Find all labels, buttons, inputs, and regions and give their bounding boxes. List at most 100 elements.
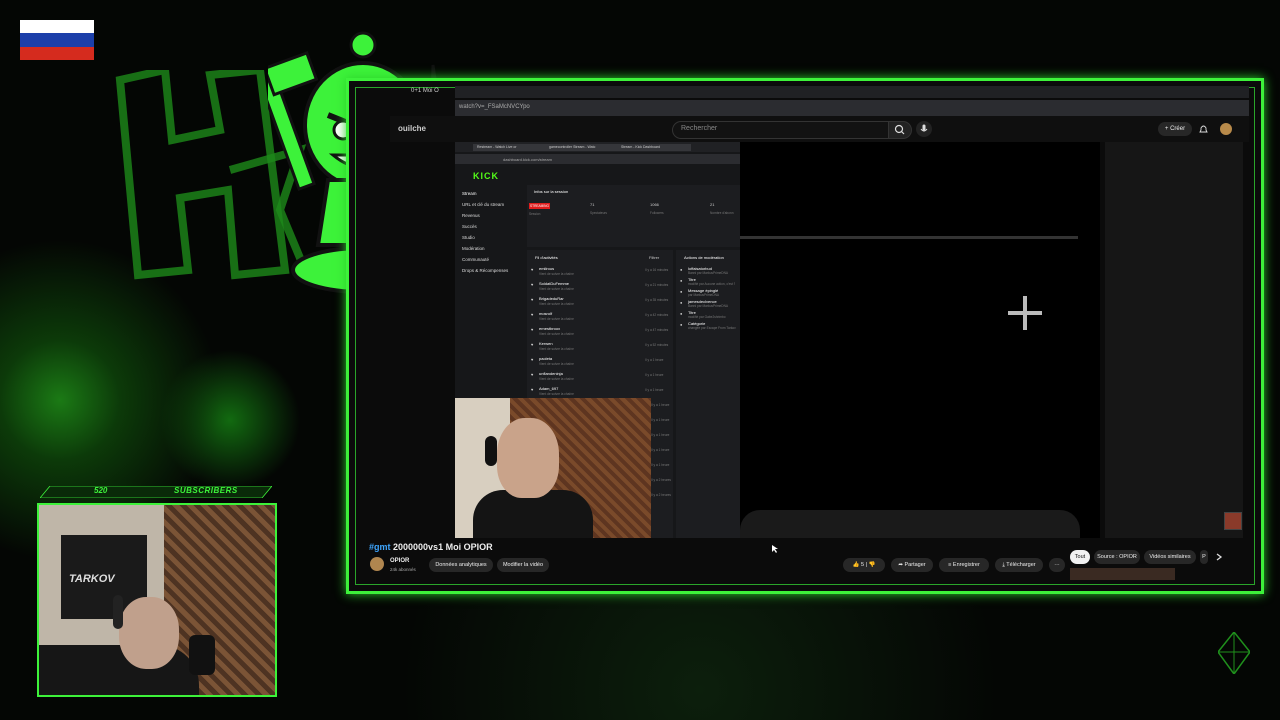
kick-tab[interactable]: gamecontroller Stream - Watc [545, 144, 619, 151]
kick-sidebar-item[interactable]: Studio [462, 235, 475, 240]
feed-item-time: Il y a 1 heure [651, 403, 670, 407]
kick-tab[interactable]: Restream - Watch Live or [473, 144, 547, 151]
browser-address-bar[interactable]: watch?v=_FSaMcNVCYpo [455, 100, 1249, 116]
viewers-count: 71 [590, 202, 595, 207]
mod-item-detail: par MarkusPrimeDNA [688, 293, 719, 297]
feed-item-subtitle: Vient de suivre la chaîne [539, 287, 574, 291]
kick-session-panel [527, 185, 740, 247]
heart-icon: ♥ [531, 282, 534, 287]
kick-sidebar-item[interactable]: Communauté [462, 257, 489, 262]
like-count: 5 [860, 562, 865, 568]
chip-all[interactable]: Tout [1070, 550, 1090, 564]
kick-sidebar-item[interactable]: URL et clé du stream [462, 202, 504, 207]
chip-source[interactable]: Source : OPIOR [1094, 550, 1140, 564]
search-input[interactable]: Rechercher [672, 121, 890, 139]
thumbs-up-icon[interactable]: 👍 [853, 562, 860, 568]
video-bottom-shape [740, 510, 1080, 538]
thumbs-down-icon[interactable]: 👎 [869, 562, 876, 568]
chevron-right-icon[interactable] [1214, 552, 1224, 562]
heart-icon: ♥ [531, 387, 534, 392]
feed-item-time: Il y a 21 minutes [645, 283, 669, 287]
feed-item-time: Il y a 1 heure [651, 463, 670, 467]
viewers-label: Spectateurs [590, 211, 608, 215]
feed-item-name[interactable]: mosrolf [539, 311, 552, 316]
feed-item-subtitle: Vient de suivre la chaîne [539, 332, 574, 336]
moderation-icon: ● [680, 300, 683, 305]
webcam-main: TARKOV [37, 503, 277, 697]
feed-item-time: Il y a 16 minutes [645, 268, 669, 272]
feed-item-name[interactable]: Adam_697 [539, 386, 558, 391]
feed-item-name[interactable]: Kerwen [539, 341, 553, 346]
feed-item-subtitle: Vient de suivre la chaîne [539, 317, 574, 321]
browser-tab-title[interactable]: 0+1 Moi O [411, 88, 439, 94]
moderation-icon: ● [680, 278, 683, 283]
feed-title: Fil d'activités [535, 255, 558, 260]
channel-name[interactable]: OPIOR [390, 558, 409, 564]
heart-icon: ♥ [531, 267, 534, 272]
feed-item-time: Il y a 42 minutes [645, 313, 669, 317]
more-actions-button[interactable]: ··· [1049, 558, 1065, 572]
streaming-badge: STREAMING [529, 203, 550, 209]
kick-address-bar[interactable]: dashboard.kick.com/stream [455, 154, 740, 164]
feed-item-subtitle: Vient de suivre la chaîne [539, 272, 574, 276]
related-video-thumbnail[interactable] [1070, 568, 1175, 580]
analytics-button[interactable]: Données analytiques [429, 558, 493, 572]
kick-sidebar-item[interactable]: Succès [462, 224, 477, 229]
video-divider [740, 236, 1078, 239]
mini-player-thumbnail[interactable] [1224, 512, 1242, 530]
mod-item-detail: Banni par MarkusPrimeDNA [688, 271, 729, 275]
save-icon: ≡ [948, 562, 952, 568]
subs-count: 21 [710, 202, 715, 207]
hashtag-link[interactable]: #gmt [369, 542, 391, 552]
feed-item-name[interactable]: SoldatDuFemme [539, 281, 569, 286]
kick-logo: KICK [473, 171, 499, 181]
save-button[interactable]: ≡ Enregistrer [939, 558, 989, 572]
feed-item-subtitle: Vient de suivre la chaîne [539, 362, 574, 366]
feed-item-time: Il y a 47 minutes [645, 328, 669, 332]
feed-item-name[interactable]: paoleta [539, 356, 552, 361]
like-dislike-group[interactable]: 👍 5 | 👎 [843, 558, 885, 572]
feed-item-time: Il y a 1 heure [651, 418, 670, 422]
channel-avatar[interactable] [370, 557, 384, 571]
feed-item-time: Il y a 1 heure [645, 358, 664, 362]
subscriber-count: 520 [94, 486, 108, 495]
feed-item-time: Il y a 1 heure [651, 433, 670, 437]
feed-item-name[interactable]: BrigadeduRar [539, 296, 564, 301]
moderation-icon: ● [680, 289, 683, 294]
feed-filter-button[interactable]: Filtrer [649, 255, 659, 260]
feed-item-name[interactable]: ernestbroox [539, 326, 560, 331]
feed-item-name[interactable]: emilrous [539, 266, 554, 271]
mod-item-detail: changée par Escape From Tarkov [688, 326, 736, 330]
channel-subscribers: 24k abonnés [390, 567, 416, 572]
mod-item-detail: Banni par MarkusPrimeDNA [688, 304, 729, 308]
diamond-logo-icon [1218, 632, 1250, 674]
chip-more[interactable]: P [1200, 550, 1208, 564]
feed-item-subtitle: Vient de suivre la chaîne [539, 302, 574, 306]
mod-item-detail: modifié par Gabe2shrimbo [688, 315, 726, 319]
share-button[interactable]: ➦ Partager [891, 558, 933, 572]
voice-search-button[interactable] [916, 121, 932, 137]
kick-sidebar-item[interactable]: Modération [462, 246, 485, 251]
feed-item-time: Il y a 1 heure [651, 448, 670, 452]
feed-item-time: Il y a 1 heure [645, 373, 664, 377]
followers-label: Followers [650, 211, 664, 215]
kick-sidebar-item[interactable]: Drops & Récompenses [462, 268, 508, 273]
edit-video-button[interactable]: Modifier la vidéo [497, 558, 549, 572]
moderation-icon: ● [680, 267, 683, 272]
video-title: #gmt 2000000vs1 Moi OPIOR [369, 542, 493, 552]
kick-tab[interactable]: Stream - Kick Dashboard [617, 144, 691, 151]
feed-item-subtitle: Vient de suivre la chaîne [539, 377, 574, 381]
browser-tab-strip[interactable] [455, 86, 1249, 98]
feed-item-time: Il y a 52 minutes [645, 343, 669, 347]
download-button[interactable]: ⤓ Télécharger [995, 558, 1043, 572]
search-button[interactable] [888, 121, 912, 139]
feed-item-name[interactable]: unflandeninja [539, 371, 563, 376]
account-avatar[interactable] [1220, 123, 1232, 135]
notifications-bell-icon[interactable] [1199, 124, 1208, 134]
mod-title: Actions de modération [684, 255, 724, 260]
download-icon: ⤓ [1002, 562, 1005, 568]
chip-similar[interactable]: Vidéos similaires [1144, 550, 1196, 564]
kick-sidebar-item[interactable]: Revenus [462, 213, 480, 218]
create-button[interactable]: + Créer [1158, 122, 1192, 136]
kick-sidebar-item[interactable]: Stream [462, 191, 477, 196]
